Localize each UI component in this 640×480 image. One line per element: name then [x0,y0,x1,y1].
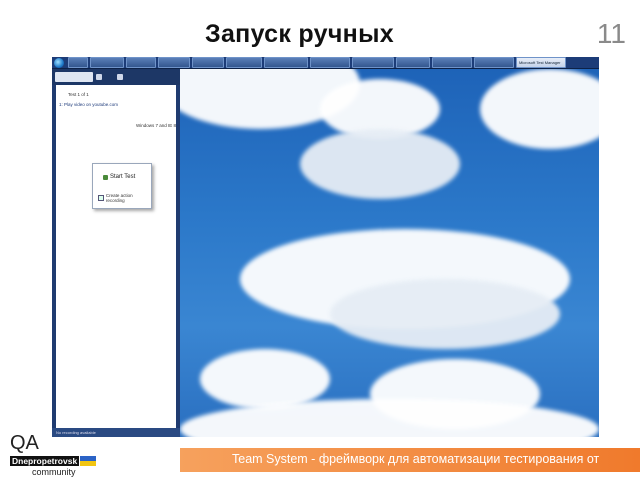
test-runner-toolbar [52,69,180,85]
taskbar-button[interactable] [264,57,308,68]
taskbar-button[interactable] [352,57,394,68]
options-icon[interactable] [117,74,123,80]
test-runner-body: Test 1 of 1 1: Play video on youtube.com… [56,85,176,432]
list-item [60,180,90,187]
taskbar-button[interactable] [310,57,350,68]
test-runner-panel: Test 1 of 1 1: Play video on youtube.com… [52,69,180,437]
taskbar-button[interactable] [90,57,124,68]
pin-icon[interactable] [96,74,102,80]
windows-taskbar: Microsoft Test Manager [52,57,599,69]
test-counter[interactable]: Test 1 of 1 [68,92,89,97]
start-test-popup: Start Test Create action recording [92,163,152,209]
taskbar-button[interactable] [474,57,514,68]
list-item [60,190,90,197]
taskbar-button-mtm[interactable]: Microsoft Test Manager [516,57,566,68]
start-orb-icon[interactable] [54,57,64,68]
logo-city: Dnepropetrovsk [10,456,80,466]
logo-qa: QA [10,432,39,454]
taskbar-button[interactable] [396,57,430,68]
taskbar-button[interactable] [68,57,88,68]
footer-text: Team System - фреймворк для автоматизаци… [232,452,600,466]
qa-community-logo: QA Dnepropetrovsk community [8,432,108,478]
desktop-wallpaper [180,69,599,437]
slide-number: 11 [596,18,626,49]
taskbar-button[interactable] [158,57,190,68]
start-test-label: Start Test [110,174,136,180]
list-item [60,170,90,177]
taskbar-button[interactable] [226,57,262,68]
test-steps-list [60,170,90,220]
slide-title: Запуск ручных [205,20,394,48]
taskbar-button[interactable] [432,57,472,68]
play-icon [103,174,108,180]
test-title: 1: Play video on youtube.com [59,102,119,107]
screenshot: Microsoft Test Manager Test 1 of 1 1: Pl… [52,57,599,437]
start-test-button[interactable]: Start Test [103,174,135,180]
logo-community: community [32,467,76,477]
ukraine-flag-icon [80,456,96,466]
checkbox-icon [98,195,104,201]
runner-tab[interactable] [55,72,93,82]
taskbar-button[interactable] [192,57,224,68]
list-item [60,210,90,217]
list-item [60,200,90,207]
create-recording-label: Create action recording [105,193,133,203]
create-recording-checkbox[interactable]: Create action recording [98,193,151,203]
environment-label: Windows 7 and IE 8 [136,123,177,128]
taskbar-button[interactable] [126,57,156,68]
footer-banner: Team System - фреймворк для автоматизаци… [180,448,640,472]
